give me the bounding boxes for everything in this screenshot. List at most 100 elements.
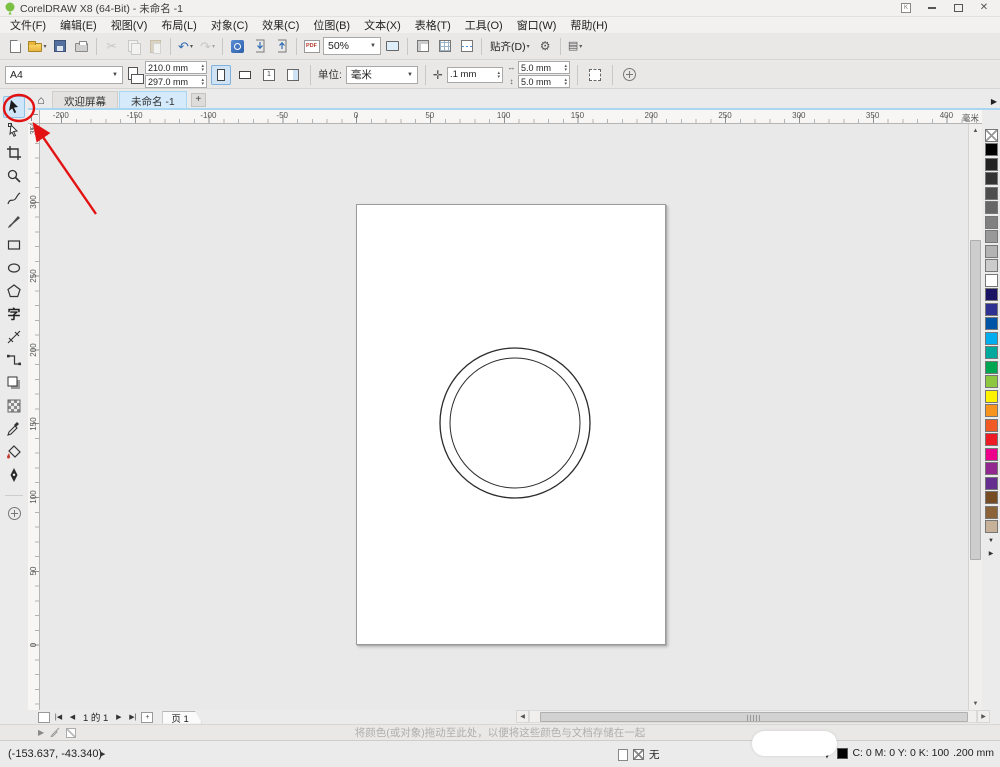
show-rulers-button[interactable] [412, 35, 433, 57]
color-swatch[interactable] [984, 259, 998, 272]
no-color-swatch[interactable] [984, 128, 998, 142]
color-swatch[interactable] [984, 143, 998, 156]
color-swatch[interactable] [984, 331, 998, 345]
menu-item[interactable]: 对象(C) [204, 16, 255, 34]
transparency-tool[interactable] [3, 395, 25, 417]
vertical-scrollbar-thumb[interactable] [970, 240, 981, 560]
color-swatch[interactable] [984, 476, 998, 490]
vertical-scrollbar[interactable]: ▲ ▼ [968, 124, 982, 710]
status-flyout-icon[interactable]: ▶ [100, 750, 105, 758]
cut-button[interactable]: ✂ [101, 35, 122, 57]
palette-flyout-icon[interactable]: ▶ [38, 728, 44, 737]
portrait-button[interactable] [211, 64, 231, 85]
scroll-left-icon[interactable]: ◀ [516, 710, 529, 723]
outline-pen-tool[interactable] [3, 464, 25, 486]
document-tab[interactable]: 未命名 -1 [119, 91, 187, 108]
document-page[interactable] [356, 204, 666, 645]
no-color-swatch[interactable] [66, 727, 77, 738]
stepper-icon[interactable]: ▴ ▾ [564, 77, 567, 86]
add-page-button[interactable]: + [141, 711, 154, 723]
artistic-media-tool[interactable] [3, 211, 25, 233]
horizontal-ruler[interactable]: -200 -150 -100 -50 0 50 100 150 200 250 300 350 400 … [40, 110, 982, 124]
current-page-button[interactable] [283, 65, 303, 85]
color-swatch[interactable] [984, 505, 998, 519]
color-swatch[interactable] [984, 404, 998, 417]
color-swatch[interactable] [984, 462, 998, 475]
fullscreen-preview-button[interactable] [382, 35, 403, 57]
menu-item[interactable]: 帮助(H) [563, 16, 614, 34]
copy-button[interactable] [123, 35, 144, 57]
eyedropper-icon[interactable] [50, 727, 60, 739]
fill-none-icon[interactable] [633, 749, 644, 760]
connector-tool[interactable] [3, 349, 25, 371]
document-tab[interactable]: 欢迎屏幕 [52, 91, 118, 108]
text-tool[interactable]: 字 [3, 303, 25, 325]
rectangle-tool[interactable] [3, 234, 25, 256]
close-button[interactable]: ✕ [972, 1, 996, 16]
crop-tool[interactable] [3, 142, 25, 164]
vertical-ruler[interactable]: 350 300 250 200 150 100 50 0 [28, 124, 40, 710]
next-page-button[interactable]: ▶ [113, 711, 124, 723]
new-document-tab-button[interactable]: + [190, 93, 206, 107]
page-size-combo[interactable]: A4 ▼ [5, 65, 123, 84]
last-page-button[interactable]: ▶| [127, 711, 138, 723]
units-combo[interactable]: 毫米 ▼ [345, 65, 418, 84]
application-launcher-button[interactable]: ▤ ▾ [565, 35, 586, 57]
undo-button[interactable]: ↶ ▾ [175, 35, 196, 57]
show-guidelines-button[interactable] [456, 35, 477, 57]
menu-item[interactable]: 表格(T) [408, 16, 458, 34]
menu-item[interactable]: 布局(L) [154, 16, 203, 34]
treat-as-filled-button[interactable] [585, 65, 605, 85]
parallel-dimension-tool[interactable] [3, 326, 25, 348]
show-grid-button[interactable] [434, 35, 455, 57]
freehand-tool[interactable] [3, 188, 25, 210]
color-swatch[interactable] [984, 389, 998, 403]
color-swatch[interactable] [984, 244, 998, 258]
menu-item[interactable]: 视图(V) [104, 16, 155, 34]
menu-item[interactable]: 位图(B) [306, 16, 357, 34]
options-button[interactable]: ⚙ [535, 35, 556, 57]
zoom-tool[interactable] [3, 165, 25, 187]
interactive-fill-tool[interactable] [3, 441, 25, 463]
zoom-level-combo[interactable]: 50% ▼ [323, 37, 381, 55]
minimize-button[interactable] [920, 1, 944, 16]
publish-to-pdf-button[interactable]: PDF [301, 35, 322, 57]
first-page-button[interactable]: |◀ [53, 711, 64, 723]
page-flip-icon[interactable] [38, 711, 50, 723]
window-menu-icon[interactable]: K [894, 1, 918, 16]
snap-to-combo[interactable]: 贴齐(D) ▾ [486, 35, 534, 57]
stepper-icon[interactable]: ▴ ▾ [564, 63, 567, 72]
stepper-icon[interactable]: ▴ ▾ [201, 77, 204, 86]
menu-item[interactable]: 窗口(W) [510, 16, 564, 34]
drop-shadow-tool[interactable] [3, 372, 25, 394]
menu-item[interactable]: 效果(C) [255, 16, 306, 34]
color-swatch[interactable] [984, 360, 998, 374]
horizontal-scrollbar[interactable] [529, 710, 977, 723]
color-swatch[interactable] [984, 317, 998, 330]
all-pages-button[interactable]: 1 [259, 65, 279, 85]
customize-toolbox-button[interactable] [3, 502, 25, 524]
tab-scroll-right-icon[interactable]: ▶ [991, 97, 997, 106]
duplicate-distance-x-field[interactable]: 5.0 mm ▴ ▾ [517, 61, 570, 74]
color-swatch[interactable] [984, 302, 998, 316]
scroll-up-icon[interactable]: ▲ [969, 124, 982, 137]
menu-item[interactable]: 工具(O) [458, 16, 510, 34]
color-swatch[interactable] [984, 288, 998, 301]
color-swatch[interactable] [984, 520, 998, 533]
color-swatch[interactable] [984, 186, 998, 200]
pick-tool[interactable] [3, 96, 25, 118]
page-width-field[interactable]: 210.0 mm ▴ ▾ [145, 61, 207, 74]
color-swatch[interactable] [984, 172, 998, 185]
ellipse-tool[interactable] [3, 257, 25, 279]
page-tab[interactable]: 页 1 [162, 711, 201, 724]
previous-page-button[interactable]: ◀ [67, 711, 78, 723]
landscape-button[interactable] [235, 65, 255, 85]
menu-item[interactable]: 文本(X) [357, 16, 408, 34]
search-content-button[interactable] [227, 35, 248, 57]
stepper-icon[interactable]: ▴ ▾ [497, 70, 500, 79]
import-button[interactable] [249, 35, 270, 57]
duplicate-distance-y-field[interactable]: 5.0 mm ▴ ▾ [517, 75, 570, 88]
color-swatch[interactable] [984, 157, 998, 171]
paste-button[interactable] [145, 35, 166, 57]
color-swatch[interactable] [984, 346, 998, 359]
